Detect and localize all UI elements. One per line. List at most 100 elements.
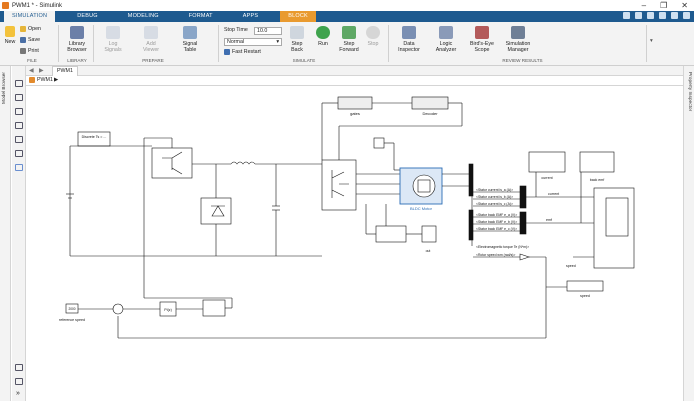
settings-icon[interactable]: [671, 12, 678, 19]
simulink-app-icon: [2, 2, 9, 9]
save-icon[interactable]: [623, 12, 630, 19]
section-library-label: LIBRARY: [67, 58, 87, 63]
library-browser-button[interactable]: Library Browser: [64, 26, 90, 53]
gates-label: gates: [350, 111, 360, 116]
breadcrumb-bar: PWM1 ▶: [26, 76, 683, 86]
model-tab[interactable]: PWM1: [52, 66, 78, 76]
birds-eye-scope-icon: [475, 26, 489, 39]
folder-icon: [20, 26, 26, 32]
search-icon[interactable]: [659, 12, 666, 19]
ribbon-collapse-icon[interactable]: ▾: [650, 38, 653, 44]
demux-block[interactable]: [468, 163, 474, 197]
close-button[interactable]: ✕: [681, 1, 688, 10]
signal-label: <Stator current is_a (A)>: [476, 188, 513, 192]
discrete-label: Discrete Ts = ...: [82, 135, 107, 139]
print-button[interactable]: Print: [20, 48, 39, 54]
logic-analyzer-button[interactable]: Logic Analyzer: [432, 26, 460, 53]
minimize-button[interactable]: –: [642, 1, 646, 10]
separator: [58, 25, 59, 62]
data-inspector-button[interactable]: Data Inspector: [396, 26, 422, 53]
step-forward-button[interactable]: Step Forward: [338, 26, 360, 53]
inductor-block[interactable]: [230, 161, 256, 165]
current-scope-block[interactable]: [528, 151, 566, 173]
fit-view-icon[interactable]: [15, 108, 23, 115]
step-forward-icon: [342, 26, 356, 39]
back-icon[interactable]: ◀: [29, 67, 34, 74]
quick-access-toolbar: [623, 12, 690, 19]
stop-button[interactable]: Stop: [365, 26, 381, 47]
expand-icon[interactable]: »: [16, 390, 20, 397]
decoder-block[interactable]: [411, 96, 449, 110]
tab-simulation[interactable]: SIMULATION: [4, 11, 56, 22]
run-button[interactable]: Run: [313, 26, 333, 47]
explorer-bar-icon[interactable]: [15, 378, 23, 385]
library-icon: [70, 26, 84, 39]
signal-table-icon: [183, 26, 197, 39]
reference-speed-label: reference speed: [59, 318, 85, 322]
forward-icon[interactable]: ▶: [39, 67, 44, 74]
small-scope-block[interactable]: [421, 225, 437, 243]
diode-block[interactable]: [200, 197, 232, 225]
zoom-icon[interactable]: [15, 94, 23, 101]
stop-time-input[interactable]: 10.0: [254, 27, 282, 35]
mux-current-block[interactable]: [519, 185, 527, 209]
fast-restart-button[interactable]: Fast Restart: [224, 49, 261, 55]
save-icon: [20, 37, 26, 43]
back-emf-scope-block[interactable]: [579, 151, 615, 173]
inverter-block[interactable]: [321, 159, 357, 211]
undo-icon[interactable]: [635, 12, 642, 19]
demux-block-2[interactable]: [468, 209, 474, 241]
redo-icon[interactable]: [647, 12, 654, 19]
logic-analyzer-icon: [439, 26, 453, 39]
help-icon[interactable]: [683, 12, 690, 19]
arrow-icon[interactable]: [15, 122, 23, 129]
screenshot-icon[interactable]: [15, 364, 23, 371]
area-icon[interactable]: [15, 164, 23, 171]
property-inspector-strip[interactable]: Property Inspector: [683, 66, 694, 401]
birds-eye-scope-button[interactable]: Bird's-Eye Scope: [467, 26, 497, 53]
annotation-icon[interactable]: [15, 136, 23, 143]
sum-block[interactable]: [112, 303, 124, 315]
tab-format[interactable]: FORMAT: [181, 11, 221, 22]
simulation-mode-select[interactable]: Normal ▾: [224, 38, 282, 46]
section-prepare-label: PREPARE: [142, 58, 164, 63]
sub-block[interactable]: [375, 225, 407, 243]
scope-screen-icon: [605, 197, 629, 237]
pwm-generator-block[interactable]: [202, 299, 226, 317]
gates-block[interactable]: [337, 96, 373, 110]
current-signal-label: current: [548, 192, 559, 196]
log-signals-icon: [106, 26, 120, 39]
log-signals-button[interactable]: Log Signals: [100, 26, 126, 53]
simulation-manager-button[interactable]: Simulation Manager: [502, 26, 534, 53]
new-button[interactable]: New: [3, 26, 17, 45]
add-viewer-button[interactable]: Add Viewer: [138, 26, 164, 53]
gain-block[interactable]: [519, 253, 530, 261]
save-button[interactable]: Save: [20, 37, 40, 43]
mux-emf-block[interactable]: [519, 211, 527, 235]
constant-block[interactable]: [373, 137, 385, 149]
bldc-motor-label: BLDC Motor: [410, 206, 433, 211]
model-canvas[interactable]: Discrete Ts = ... gates Decoder BLDC Mot…: [26, 86, 683, 401]
breadcrumb[interactable]: PWM1: [37, 77, 53, 83]
tab-debug[interactable]: DEBUG: [69, 11, 106, 22]
property-inspector-label[interactable]: Property Inspector: [687, 72, 692, 111]
speed-display-label: speed: [580, 294, 590, 298]
stop-icon: [366, 26, 380, 39]
add-viewer-icon: [144, 26, 158, 39]
signal-label: <Electromagnetic torque Te (N*m)>: [476, 245, 529, 249]
separator: [388, 25, 389, 62]
model-browser-strip[interactable]: Model Browser: [0, 66, 11, 401]
tab-apps[interactable]: APPS: [235, 11, 266, 22]
simulation-manager-icon: [511, 26, 525, 39]
step-back-button[interactable]: Step Back: [287, 26, 307, 53]
tab-modeling[interactable]: MODELING: [120, 11, 167, 22]
speed-display-block[interactable]: [566, 280, 604, 292]
hide-browser-icon[interactable]: [15, 80, 23, 87]
maximize-button[interactable]: ❐: [660, 1, 667, 10]
signal-table-button[interactable]: Signal Table: [177, 26, 203, 53]
signal-label: <Stator back EMF e_b (V)>: [476, 220, 517, 224]
model-browser-label[interactable]: Model Browser: [2, 72, 7, 104]
image-icon[interactable]: [15, 150, 23, 157]
open-button[interactable]: Open: [20, 26, 41, 32]
tab-block[interactable]: BLOCK: [280, 11, 316, 22]
